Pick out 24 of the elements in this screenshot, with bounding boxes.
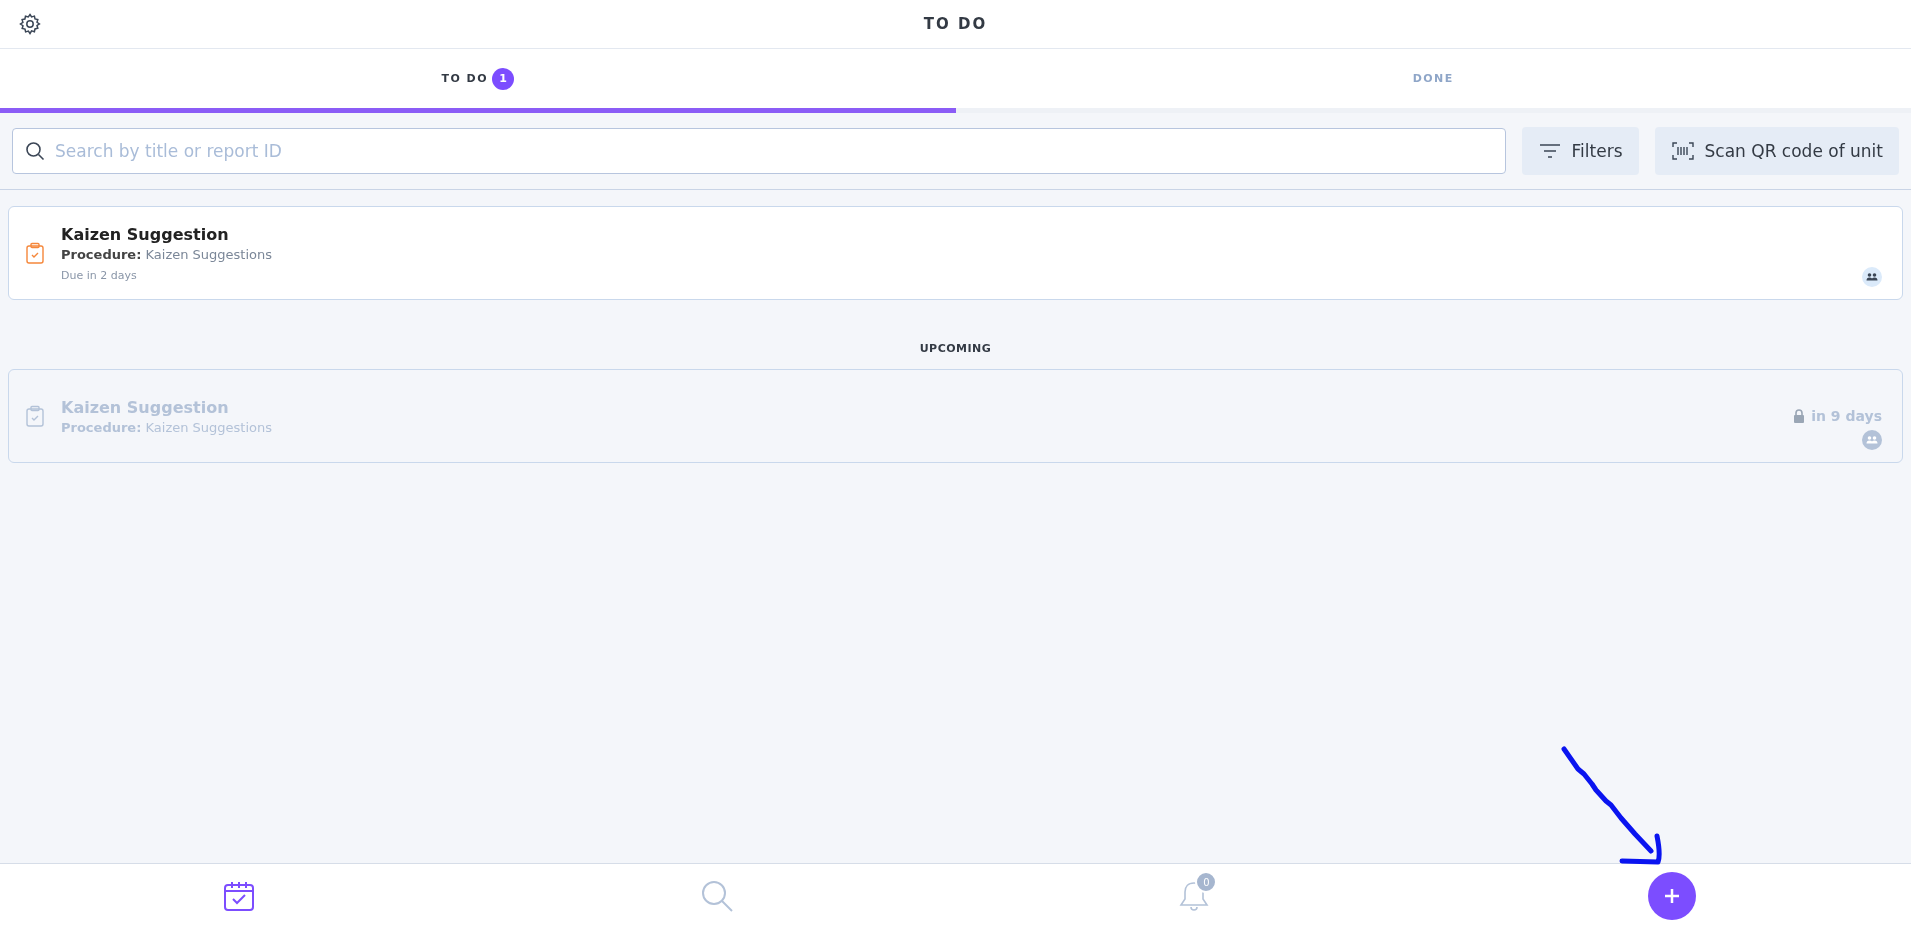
add-button[interactable]	[1648, 872, 1697, 920]
filter-icon	[1537, 141, 1562, 161]
barcode-icon	[1670, 141, 1695, 161]
count-badge: 1	[492, 67, 515, 90]
search-icon	[25, 141, 45, 161]
task-card[interactable]: Kaizen Suggestion Procedure: Kaizen Suggestions Due in 2 days	[8, 206, 1903, 300]
clipboard-icon	[25, 242, 45, 264]
section-heading: UPCOMING	[918, 342, 993, 355]
clipboard-icon	[25, 405, 45, 427]
due-text: Due in 2 days	[61, 268, 138, 282]
task-title: Kaizen Suggestion	[61, 397, 230, 417]
people-icon	[1862, 267, 1882, 287]
settings-icon[interactable]	[18, 12, 42, 36]
filter-button[interactable]: Filters	[1521, 127, 1639, 175]
search-field[interactable]: Search by title or report ID	[12, 128, 1506, 174]
calendar-icon[interactable]	[221, 879, 256, 913]
scan-button[interactable]: Scan QR code of unit	[1654, 127, 1899, 175]
people-icon	[1862, 430, 1882, 450]
notification-badge: 0	[1195, 871, 1218, 893]
task-title: Kaizen Suggestion	[61, 224, 230, 244]
task-procedure: Procedure: Kaizen Suggestions	[61, 419, 274, 435]
task-procedure: Procedure: Kaizen Suggestions	[61, 246, 274, 262]
schedule-text: in 9 days	[1811, 408, 1882, 424]
page-title: TO DO	[923, 15, 988, 33]
